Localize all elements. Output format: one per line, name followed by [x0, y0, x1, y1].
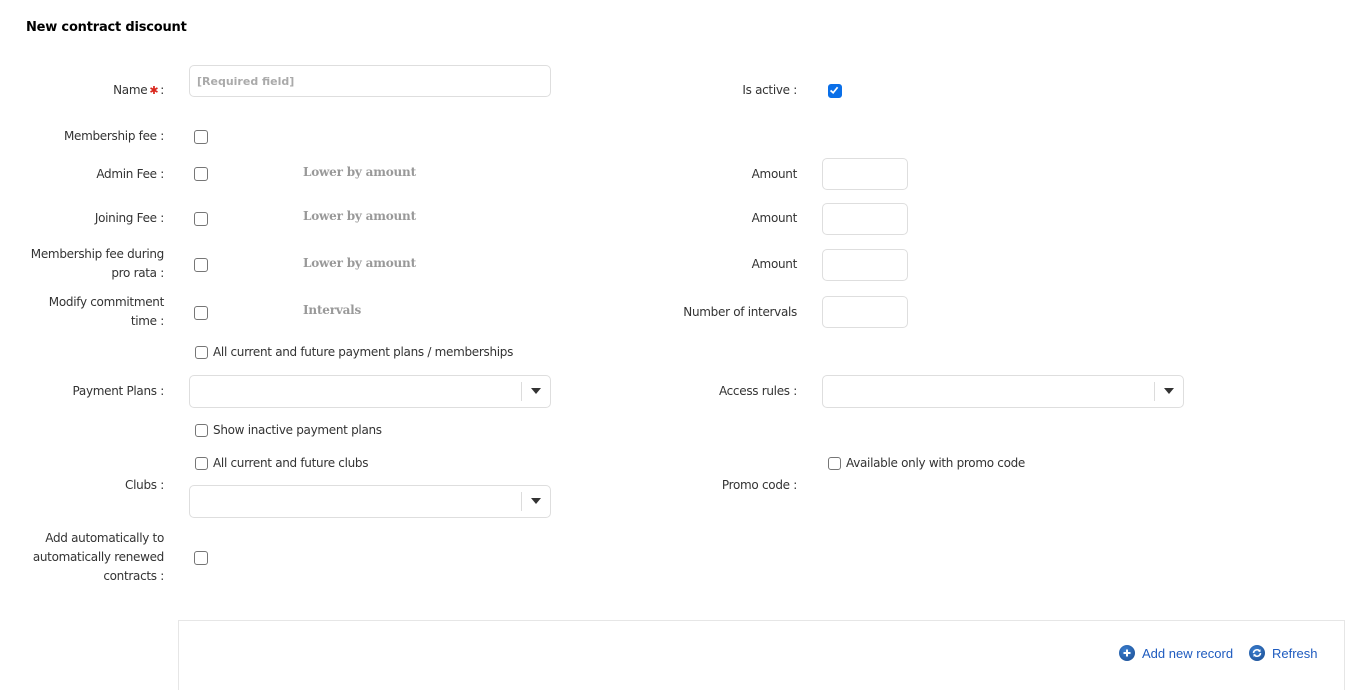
clubs-select[interactable] — [189, 485, 551, 518]
pro-rata-fee-amount-input[interactable] — [822, 249, 908, 281]
admin-fee-amount-label: Amount — [751, 167, 798, 181]
plus-circle-icon — [1119, 645, 1135, 661]
joining-fee-label: Joining Fee : — [94, 211, 164, 225]
admin-fee-hint: Lower by amount — [303, 165, 416, 179]
auto-renew-checkbox[interactable] — [194, 551, 208, 565]
pro-rata-fee-hint: Lower by amount — [303, 256, 416, 270]
is-active-label: Is active : — [742, 83, 797, 97]
required-icon: ✱ — [149, 84, 159, 97]
select-separator — [521, 382, 522, 401]
is-active-checkbox[interactable] — [828, 84, 842, 98]
payment-plans-label: Payment Plans : — [72, 384, 165, 398]
add-new-record-button[interactable]: Add new record — [1119, 645, 1233, 661]
promo-code-label: Promo code : — [721, 478, 797, 492]
number-of-intervals-label: Number of intervals — [683, 305, 797, 319]
access-rules-label: Access rules : — [718, 384, 797, 398]
all-payment-plans-checkbox[interactable] — [195, 345, 208, 359]
chevron-down-icon[interactable] — [1164, 388, 1174, 394]
select-separator — [521, 492, 522, 511]
show-inactive-checkbox[interactable] — [195, 423, 208, 437]
refresh-button[interactable]: Refresh — [1249, 645, 1318, 661]
joining-fee-amount-label: Amount — [751, 211, 798, 225]
commitment-time-checkbox[interactable] — [194, 306, 208, 320]
commitment-time-label: Modify commitment time : — [48, 295, 165, 328]
all-clubs-checkbox[interactable] — [195, 456, 208, 470]
admin-fee-label: Admin Fee : — [96, 167, 164, 181]
chevron-down-icon[interactable] — [531, 498, 541, 504]
auto-renew-label: Add automatically to automatically renew… — [32, 531, 164, 583]
name-input[interactable] — [189, 65, 551, 97]
pro-rata-fee-label: Membership fee during pro rata : — [30, 247, 165, 280]
promo-only-checkbox[interactable] — [828, 456, 841, 470]
membership-fee-checkbox[interactable] — [194, 130, 208, 144]
joining-fee-amount-input[interactable] — [822, 203, 908, 235]
name-label: Name ✱: — [113, 83, 164, 97]
select-separator — [1154, 382, 1155, 401]
access-rules-select[interactable] — [822, 375, 1184, 408]
all-payment-plans-option[interactable]: All current and future payment plans / m… — [195, 345, 513, 359]
page-title: New contract discount — [26, 20, 187, 35]
promo-only-option[interactable]: Available only with promo code — [828, 456, 1025, 470]
membership-fee-label: Membership fee : — [63, 129, 164, 143]
refresh-circle-icon — [1249, 645, 1265, 661]
commitment-time-hint: Intervals — [303, 303, 362, 317]
joining-fee-hint: Lower by amount — [303, 209, 416, 223]
chevron-down-icon[interactable] — [531, 388, 541, 394]
pro-rata-fee-checkbox[interactable] — [194, 258, 208, 272]
payment-plans-select[interactable] — [189, 375, 551, 408]
admin-fee-amount-input[interactable] — [822, 158, 908, 190]
clubs-label: Clubs : — [125, 478, 164, 492]
show-inactive-option[interactable]: Show inactive payment plans — [195, 423, 382, 437]
all-clubs-option[interactable]: All current and future clubs — [195, 456, 369, 470]
pro-rata-fee-amount-label: Amount — [751, 257, 798, 271]
admin-fee-checkbox[interactable] — [194, 167, 208, 181]
joining-fee-checkbox[interactable] — [194, 212, 208, 226]
number-of-intervals-input[interactable] — [822, 296, 908, 328]
